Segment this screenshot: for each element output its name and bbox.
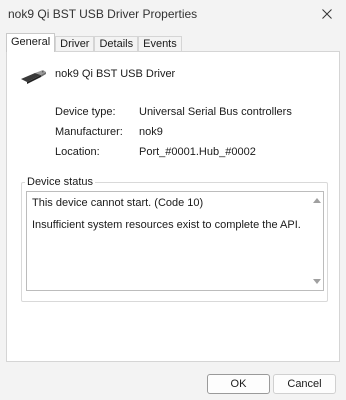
window-title: nok9 Qi BST USB Driver Properties bbox=[8, 7, 198, 21]
location-value: Port_#0001.Hub_#0002 bbox=[139, 146, 256, 158]
tab-general[interactable]: General bbox=[6, 33, 56, 52]
tab-events[interactable]: Events bbox=[138, 36, 182, 52]
cancel-button[interactable]: Cancel bbox=[273, 374, 336, 394]
title-bar: nok9 Qi BST USB Driver Properties bbox=[0, 0, 346, 30]
status-scrollbar[interactable] bbox=[311, 192, 323, 290]
status-message-code: This device cannot start. (Code 10) bbox=[32, 197, 204, 209]
general-panel: nok9 Qi BST USB Driver Device type: Univ… bbox=[6, 51, 340, 362]
tab-strip: General Driver Details Events bbox=[6, 33, 182, 52]
close-button[interactable] bbox=[308, 0, 346, 28]
device-type-label: Device type: bbox=[55, 106, 116, 118]
manufacturer-label: Manufacturer: bbox=[55, 126, 123, 138]
ok-button[interactable]: OK bbox=[207, 374, 270, 394]
device-type-value: Universal Serial Bus controllers bbox=[139, 106, 292, 118]
close-icon bbox=[322, 9, 332, 19]
tab-driver[interactable]: Driver bbox=[55, 36, 95, 52]
scroll-up-arrow-icon[interactable] bbox=[313, 198, 321, 203]
location-label: Location: bbox=[55, 146, 100, 158]
device-name: nok9 Qi BST USB Driver bbox=[55, 68, 176, 80]
scroll-down-arrow-icon[interactable] bbox=[313, 279, 321, 284]
device-status-label: Device status bbox=[25, 176, 96, 188]
status-message-detail: Insufficient system resources exist to c… bbox=[32, 219, 301, 231]
device-status-textbox[interactable]: This device cannot start. (Code 10) Insu… bbox=[26, 191, 324, 291]
manufacturer-value: nok9 bbox=[139, 126, 163, 138]
tab-details[interactable]: Details bbox=[94, 36, 139, 52]
usb-connector-icon bbox=[21, 70, 46, 84]
